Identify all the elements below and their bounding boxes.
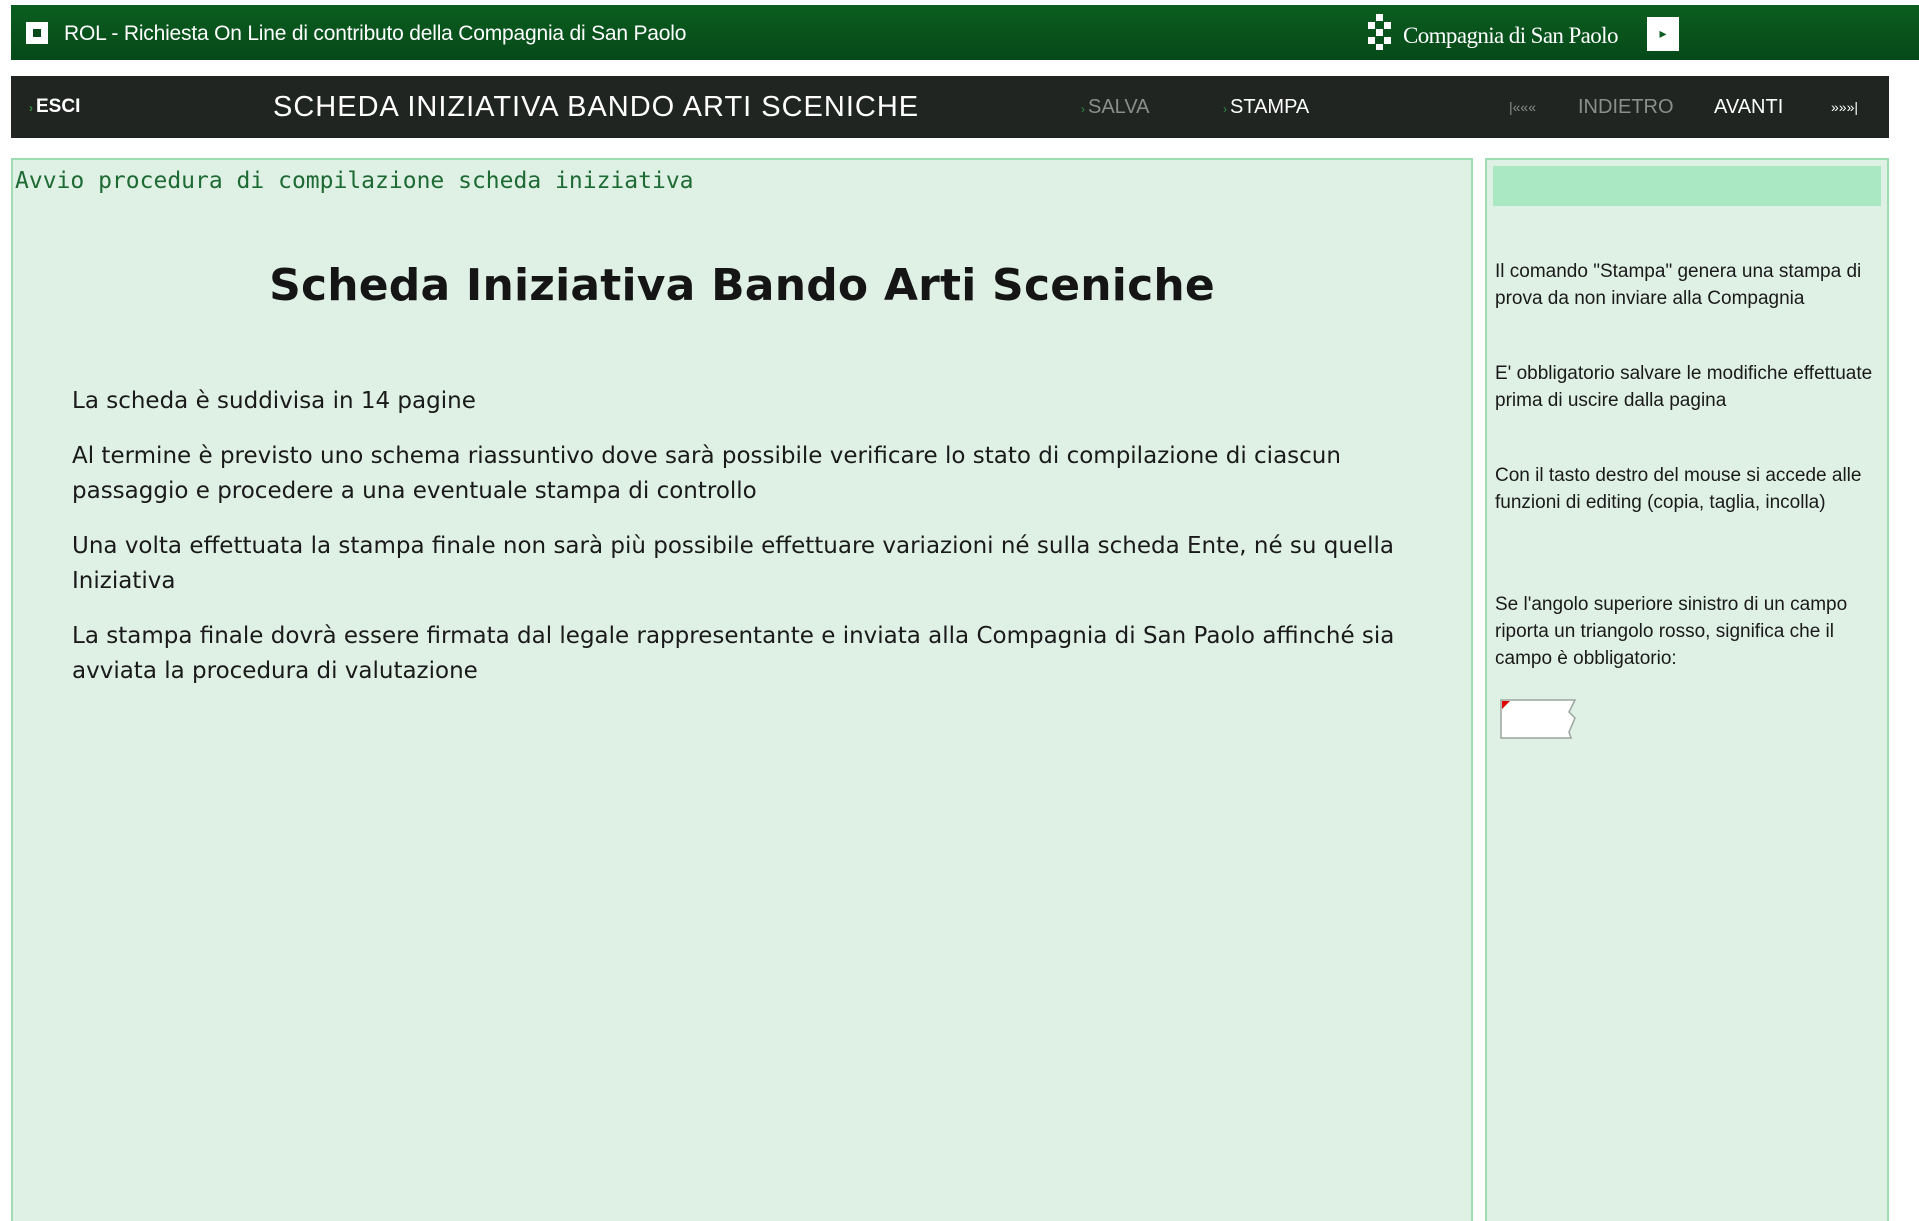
square-icon (26, 22, 48, 44)
arrow-icon: › (1223, 102, 1227, 116)
intro-paragraph: Una volta effettuata la stampa finale no… (72, 533, 1395, 594)
first-page-button[interactable]: |««« (1509, 76, 1536, 138)
esci-button[interactable]: › ESCI (29, 76, 80, 138)
stampa-button[interactable]: › STAMPA (1223, 76, 1309, 138)
page-heading: SCHEDA INIZIATIVA BANDO ARTI SCENICHE (273, 91, 920, 123)
last-page-button[interactable]: »»»| (1831, 76, 1858, 138)
intro-paragraph: La scheda è suddivisa in 14 pagine (72, 388, 476, 414)
breadcrumb: Avvio procedura di compilazione scheda i… (15, 168, 694, 194)
help-panel-header (1493, 166, 1881, 206)
arrow-right-icon[interactable]: ▸ (1647, 17, 1679, 51)
app-header: ROL - Richiesta On Line di contributo de… (11, 5, 1919, 60)
intro-paragraph: La stampa finale dovrà essere firmata da… (72, 623, 1395, 684)
help-tip-required: Se l'angolo superiore sinistro di un cam… (1495, 594, 1848, 669)
help-panel: Il comando "Stampa" genera una stampa di… (1485, 158, 1889, 1221)
indietro-button[interactable]: INDIETRO (1578, 76, 1674, 138)
brand-name: Compagnia di San Paolo (1403, 23, 1618, 48)
required-field-sample-icon (1500, 699, 1577, 739)
help-tip-salva: E' obbligatorio salvare le modifiche eff… (1495, 363, 1873, 411)
salva-label: SALVA (1088, 96, 1150, 118)
avanti-button[interactable]: AVANTI (1714, 76, 1783, 138)
main-panel: Avvio procedura di compilazione scheda i… (11, 158, 1473, 1221)
intro-text: La scheda è suddivisa in 14 pagine Al te… (72, 384, 1462, 709)
salva-button[interactable]: › SALVA (1081, 76, 1150, 138)
help-tip-stampa: Il comando "Stampa" genera una stampa di… (1495, 261, 1862, 309)
arrow-icon: › (1081, 102, 1085, 116)
arrow-icon: › (29, 101, 33, 115)
compagnia-logo-icon (1368, 14, 1391, 50)
toolbar: › ESCI SCHEDA INIZIATIVA BANDO ARTI SCENI… (11, 76, 1889, 138)
stampa-label: STAMPA (1230, 96, 1310, 118)
help-tip-mouse: Con il tasto destro del mouse si accede … (1495, 465, 1862, 513)
app-title: ROL - Richiesta On Line di contributo de… (64, 22, 687, 45)
esci-label: ESCI (36, 96, 81, 117)
intro-paragraph: Al termine è previsto uno schema riassun… (72, 443, 1341, 504)
page-title: Scheda Iniziativa Bando Arti Sceniche (269, 260, 1215, 311)
